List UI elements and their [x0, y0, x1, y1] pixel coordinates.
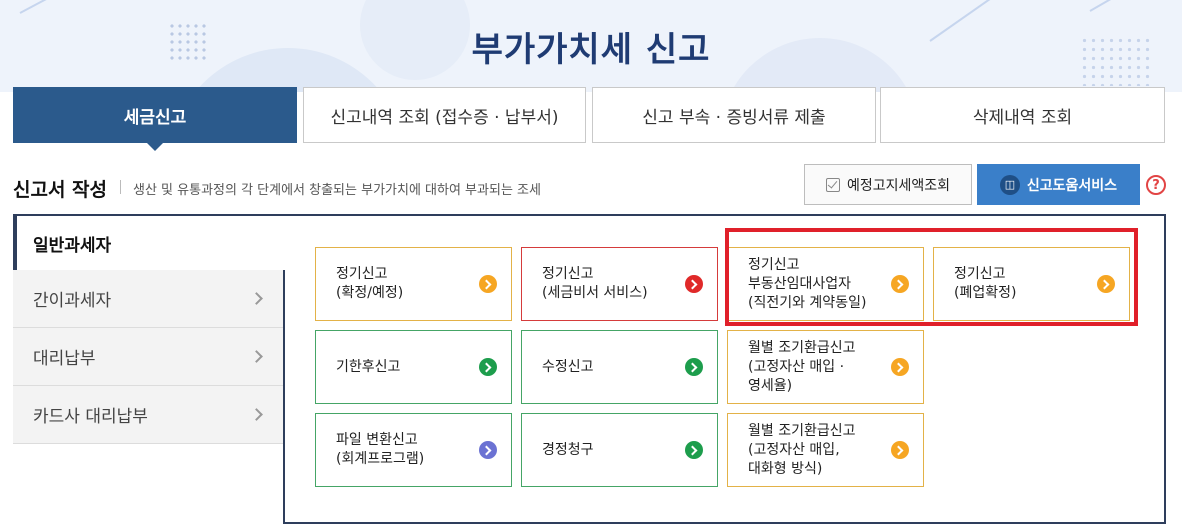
card-label: 경정청구 — [542, 441, 594, 458]
card-label: 정기신고 (확정/예정) — [336, 266, 404, 301]
tab-tax-filing[interactable]: 세금신고 — [13, 87, 297, 151]
section-title: 신고서 작성 — [13, 179, 108, 201]
section-divider — [120, 180, 121, 194]
card-label: 수정신고 — [542, 358, 594, 375]
taxpayer-type-sidebar: 일반과세자 간이과세자 대리납부 카드사 대리납부 — [13, 216, 283, 444]
arrow-right-icon — [479, 275, 497, 293]
tab-filing-history[interactable]: 신고내역 조회 (접수증 · 납부서) — [303, 87, 586, 143]
card-label: 월별 조기환급신고 (고정자산 매입 · 영세율) — [748, 339, 856, 394]
notice-tax-lookup-label: 예정고지세액조회 — [846, 177, 951, 194]
card-correction-claim[interactable]: 경정청구 — [521, 413, 718, 487]
sidebar-item-label: 카드사 대리납부 — [33, 407, 148, 427]
tab-attachment-submission[interactable]: 신고 부속 · 증빙서류 제출 — [592, 87, 876, 143]
chevron-right-icon — [250, 349, 263, 363]
chevron-right-icon — [250, 291, 263, 305]
checkbox-icon — [825, 177, 840, 192]
card-regular-filing[interactable]: 정기신고 (확정/예정) — [315, 247, 512, 321]
help-question-icon[interactable]: ? — [1146, 175, 1166, 195]
arrow-right-icon — [891, 358, 909, 376]
sidebar-item-card-proxy-payment[interactable]: 카드사 대리납부 — [13, 386, 283, 444]
book-icon: ◫ — [999, 174, 1020, 195]
arrow-right-icon — [891, 441, 909, 459]
sidebar-item-simplified-taxpayer[interactable]: 간이과세자 — [13, 270, 283, 328]
arrow-right-icon — [685, 275, 703, 293]
card-regular-filing-tax-secretary[interactable]: 정기신고 (세금비서 서비스) — [521, 247, 718, 321]
card-monthly-early-refund-interactive[interactable]: 월별 조기환급신고 (고정자산 매입, 대화형 방식) — [727, 413, 924, 487]
filing-help-button[interactable]: ◫ 신고도움서비스 — [977, 164, 1140, 205]
sidebar-item-general-taxpayer[interactable]: 일반과세자 — [13, 216, 283, 270]
sidebar-item-label: 일반과세자 — [33, 235, 112, 256]
card-label: 파일 변환신고 (회계프로그램) — [336, 432, 425, 467]
card-late-filing[interactable]: 기한후신고 — [315, 330, 512, 404]
card-label: 월별 조기환급신고 (고정자산 매입, 대화형 방식) — [748, 422, 856, 477]
chevron-right-icon — [250, 407, 263, 421]
card-label: 기한후신고 — [336, 358, 401, 375]
sidebar-item-proxy-payment[interactable]: 대리납부 — [13, 328, 283, 386]
sidebar-item-label: 간이과세자 — [33, 291, 112, 311]
filing-help-label: 신고도움서비스 — [1026, 177, 1118, 194]
arrow-right-icon — [479, 441, 497, 459]
arrow-right-icon — [479, 358, 497, 376]
header-banner: 부가가치세 신고 — [0, 0, 1182, 92]
page-title: 부가가치세 신고 — [471, 30, 711, 70]
highlight-box — [725, 228, 1138, 326]
card-monthly-early-refund-zero-rate[interactable]: 월별 조기환급신고 (고정자산 매입 · 영세율) — [727, 330, 924, 404]
section-description: 생산 및 유통과정의 각 단계에서 창출되는 부가가치에 대하여 부과되는 조세 — [133, 183, 541, 198]
tab-deleted-history[interactable]: 삭제내역 조회 — [880, 87, 1165, 143]
card-label: 정기신고 (세금비서 서비스) — [542, 266, 648, 301]
notice-tax-lookup-button[interactable]: 예정고지세액조회 — [804, 164, 972, 205]
main-tabs: 세금신고 신고내역 조회 (접수증 · 납부서) 신고 부속 · 증빙서류 제출… — [13, 87, 1165, 151]
arrow-right-icon — [685, 441, 703, 459]
card-file-conversion-filing[interactable]: 파일 변환신고 (회계프로그램) — [315, 413, 512, 487]
sidebar-item-label: 대리납부 — [33, 349, 96, 369]
card-amended-filing[interactable]: 수정신고 — [521, 330, 718, 404]
arrow-right-icon — [685, 358, 703, 376]
